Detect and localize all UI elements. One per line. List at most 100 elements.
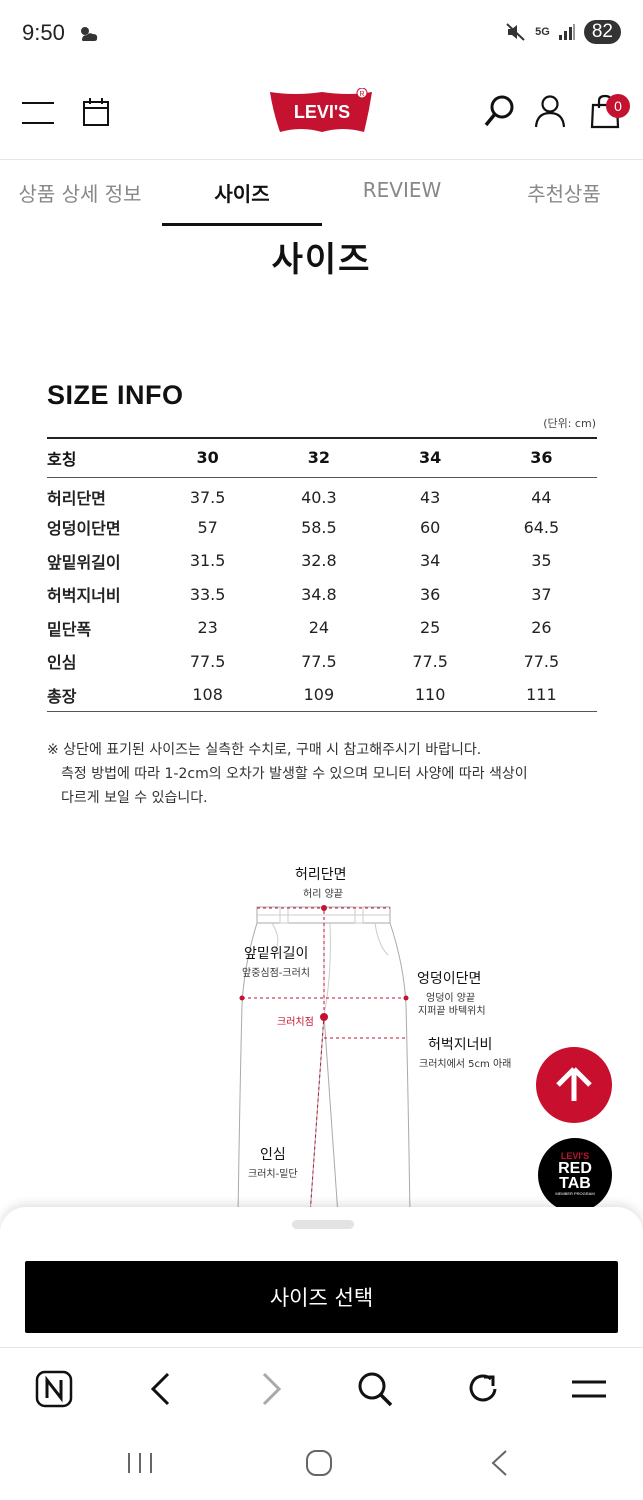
- table-row: 총장 108 109 110 111: [47, 678, 597, 712]
- naver-home-icon[interactable]: [35, 1370, 73, 1408]
- table-cell: 44: [531, 487, 552, 507]
- row-label: 밑단폭: [47, 619, 92, 639]
- table-cell: 24: [308, 618, 330, 638]
- redtab-line2: RED: [558, 1160, 592, 1177]
- weather-icon: [81, 27, 98, 41]
- table-cell: 77.5: [301, 651, 337, 671]
- diagram-sub-rise: 앞중심점-크러치: [242, 968, 311, 979]
- scroll-to-top-button[interactable]: [536, 1047, 612, 1123]
- table-cell: 36: [419, 584, 441, 604]
- reload-icon[interactable]: [465, 1370, 501, 1408]
- table-cell: 34.8: [301, 584, 337, 604]
- note-line: ※ 상단에 표기된 사이즈는 실측한 수치로, 구매 시 참고해주시기 바랍니다…: [47, 742, 482, 758]
- header-cell: 34: [374, 437, 486, 478]
- header-cell: 36: [485, 437, 597, 478]
- user-icon[interactable]: [533, 94, 567, 128]
- home-icon[interactable]: [305, 1449, 333, 1477]
- row-label: 엉덩이단면: [47, 519, 121, 539]
- table-cell: 60: [419, 517, 441, 537]
- browser-toolbar: [0, 1347, 643, 1427]
- table-cell: 77.5: [523, 651, 560, 671]
- table-cell: 34: [419, 551, 441, 571]
- tab-product-detail[interactable]: 상품 상세 정보: [0, 178, 160, 207]
- table-cell: 111: [485, 678, 597, 712]
- tab-size[interactable]: 사이즈: [162, 178, 322, 207]
- table-cell: 77.5: [189, 651, 226, 671]
- diagram-label-inseam: 인심: [260, 1147, 286, 1163]
- bottom-sheet: 사이즈 선택: [0, 1207, 643, 1347]
- table-cell: 64.5: [523, 517, 560, 537]
- search-icon[interactable]: [483, 94, 517, 128]
- menu-icon[interactable]: [570, 1370, 608, 1408]
- table-row: 앞밑위길이 31.5 32.8 34 35: [47, 544, 597, 578]
- table-cell: 35: [531, 551, 552, 571]
- battery-badge: 82: [583, 20, 621, 44]
- tab-review[interactable]: REVIEW: [322, 178, 482, 202]
- note-line: 다르게 보일 수 있습니다.: [61, 790, 208, 806]
- table-cell: 40.3: [301, 487, 337, 507]
- table-cell: 109: [263, 678, 375, 712]
- hamburger-menu-icon[interactable]: [22, 102, 54, 124]
- size-info-heading: SIZE INFO: [47, 380, 184, 410]
- table-cell: 57: [197, 517, 218, 537]
- note-line: 측정 방법에 따라 1-2cm의 오차가 발생할 수 있으며 모니터 사양에 따…: [61, 766, 528, 782]
- page-title: 사이즈: [271, 240, 372, 280]
- size-table: 호칭 30 32 34 36 허리단면 37.5 40.3 43 44 엉덩이단…: [47, 437, 597, 712]
- table-cell: 26: [531, 618, 552, 638]
- calendar-icon[interactable]: [82, 97, 110, 127]
- row-label: 인심: [47, 653, 77, 673]
- cart-count-badge: 0: [606, 94, 630, 118]
- diagram-sub-inseam: 크러치-밑단: [248, 1169, 298, 1180]
- sheet-drag-handle[interactable]: [292, 1220, 354, 1229]
- diagram-crotch-point: 크러치점: [277, 1017, 314, 1028]
- back-nav-icon[interactable]: [488, 1449, 512, 1477]
- table-cell: 108: [152, 678, 264, 712]
- forward-icon[interactable]: [258, 1370, 284, 1408]
- tab-recommended[interactable]: 추천상품: [484, 178, 643, 207]
- measurement-diagram: 허리단면 허리 양끝 앞밑위길이 앞중심점-크러치 엉덩이단면 엉덩이 양끝 지…: [200, 855, 530, 1215]
- status-bar: 9:50 5G 82: [0, 0, 643, 70]
- diagram-label-thigh: 허벅지너비: [428, 1037, 493, 1053]
- diagram-sub-thigh: 크러치에서 5cm 아래: [419, 1059, 512, 1070]
- table-cell: 58.5: [301, 517, 337, 537]
- diagram-sub-hip2: 지퍼끝 바텍위치: [418, 1006, 486, 1017]
- diagram-label-waist: 허리단면: [295, 867, 347, 883]
- system-nav-bar: [0, 1427, 643, 1500]
- table-cell: 32.8: [301, 551, 337, 571]
- table-row: 엉덩이단면 57 58.5 60 64.5: [47, 511, 597, 545]
- unit-label: (단위: cm): [543, 417, 596, 430]
- red-tab-member-button[interactable]: LEVI'S RED TAB MEMBER PROGRAM: [538, 1138, 612, 1212]
- recent-apps-icon[interactable]: [126, 1451, 154, 1475]
- svg-text:LEVI'S: LEVI'S: [294, 102, 350, 122]
- active-tab-indicator: [162, 223, 322, 226]
- header-cell: 30: [152, 437, 264, 478]
- site-header: LEVI'S R 0: [0, 70, 643, 160]
- back-icon[interactable]: [148, 1370, 174, 1408]
- table-cell: 43: [419, 487, 441, 507]
- table-row: 허벅지너비 33.5 34.8 36 37: [47, 578, 597, 612]
- mute-icon: [506, 23, 525, 41]
- redtab-line4: MEMBER PROGRAM: [555, 1191, 595, 1196]
- header-cell: 호칭: [47, 437, 152, 478]
- table-cell: 33.5: [189, 584, 226, 604]
- svg-text:R: R: [359, 91, 364, 98]
- table-cell: 31.5: [189, 551, 226, 571]
- select-size-button[interactable]: 사이즈 선택: [25, 1261, 618, 1333]
- table-cell: 77.5: [412, 651, 448, 671]
- table-row: 허리단면 37.5 40.3 43 44: [47, 477, 597, 511]
- size-table-header: 호칭 30 32 34 36: [47, 437, 597, 478]
- table-cell: 25: [419, 618, 441, 638]
- arrow-up-icon: [556, 1067, 592, 1101]
- redtab-line3: TAB: [559, 1175, 591, 1192]
- table-row: 인심 77.5 77.5 77.5 77.5: [47, 645, 597, 679]
- signal-icon: [558, 24, 575, 40]
- header-cell: 32: [263, 437, 375, 478]
- search-icon[interactable]: [356, 1370, 394, 1408]
- table-cell: 110: [374, 678, 486, 712]
- levis-logo[interactable]: LEVI'S R: [268, 88, 376, 134]
- row-label: 허벅지너비: [47, 586, 121, 606]
- diagram-sub-waist: 허리 양끝: [303, 889, 343, 900]
- row-label: 허리단면: [47, 489, 106, 508]
- network-5g: 5G: [535, 26, 550, 38]
- table-cell: 37.5: [189, 487, 226, 507]
